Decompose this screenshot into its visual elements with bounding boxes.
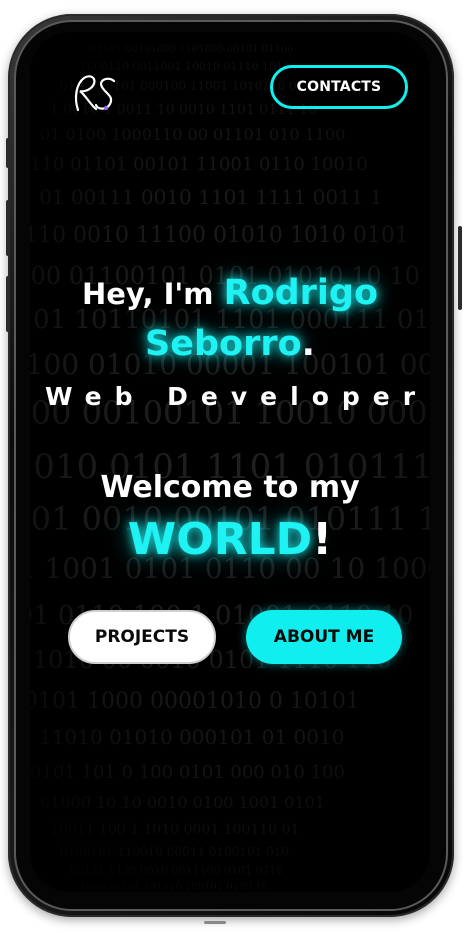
greeting-prefix: Hey, I'm <box>81 277 224 311</box>
world-word: WORLD <box>127 514 313 565</box>
world-exclaim: ! <box>312 514 333 565</box>
first-name: Rodrigo <box>223 273 379 313</box>
world-heading: WORLD! <box>30 514 430 565</box>
phone-screen: 01101 00101000 1101000 00101 01100 10001… <box>30 32 430 892</box>
rs-logo-icon[interactable] <box>68 72 122 116</box>
greeting-line-2: Seborro. <box>30 319 430 370</box>
role-title: Web Developer <box>44 382 429 411</box>
contacts-button[interactable]: CONTACTS <box>270 65 408 109</box>
side-button <box>6 138 10 168</box>
greeting-line-1: Hey, I'm Rodrigo <box>30 268 430 319</box>
name-period: . <box>301 324 315 364</box>
projects-button[interactable]: PROJECTS <box>68 610 216 664</box>
side-button <box>458 226 462 310</box>
welcome-text: Welcome to my <box>100 470 360 505</box>
hero-heading: Hey, I'm Rodrigo Seborro. <box>30 268 430 370</box>
about-me-button[interactable]: ABOUT ME <box>246 610 402 664</box>
side-button <box>6 200 10 256</box>
last-name: Seborro <box>145 324 302 364</box>
background-vignette <box>30 32 430 892</box>
side-button <box>6 276 10 332</box>
home-indicator <box>204 921 226 924</box>
